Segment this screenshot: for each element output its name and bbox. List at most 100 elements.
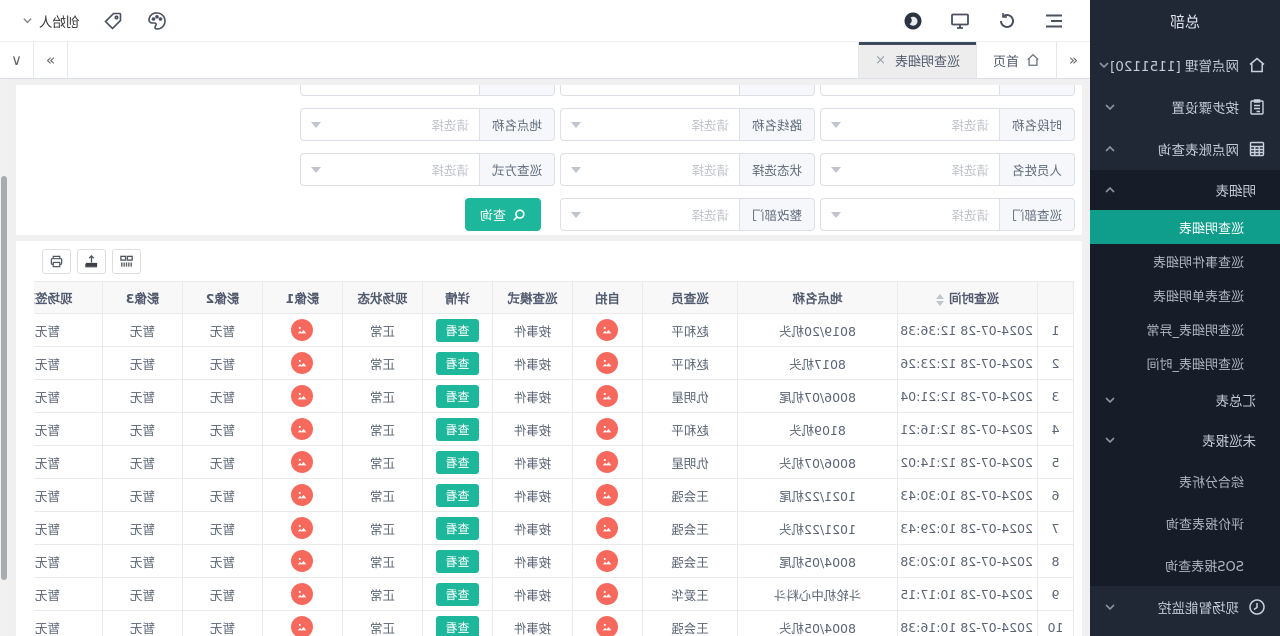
filter-select[interactable]: 请选择 [560, 198, 740, 231]
close-icon[interactable]: × [875, 53, 886, 68]
view-button[interactable]: 查看 [437, 319, 479, 342]
vertical-scrollbar-thumb[interactable] [1, 176, 7, 580]
filter-select[interactable]: 请选择 [560, 108, 740, 141]
sidebar-item-12[interactable]: 评价报表查询 [1090, 502, 1280, 544]
view-button[interactable]: 查看 [437, 385, 479, 408]
view-button[interactable]: 查看 [437, 451, 479, 474]
chevron-down-icon [571, 212, 581, 218]
photo-thumbnail-icon[interactable] [292, 583, 314, 605]
sidebar-item-label: 综合分析表 [1179, 472, 1244, 491]
user-menu[interactable]: 创始人 [22, 11, 80, 31]
sidebar-item-4[interactable]: 巡查明细表 [1090, 210, 1280, 244]
moon-icon[interactable] [903, 11, 923, 31]
search-button[interactable]: 查询 [465, 198, 541, 231]
scroll-tabs-right-button[interactable]: » [34, 42, 68, 78]
sidebar-item-13[interactable]: SOS报表查询 [1090, 544, 1280, 586]
hamburger-icon[interactable] [1044, 11, 1064, 31]
cell-status: 正常 [343, 479, 423, 512]
refresh-icon[interactable] [997, 11, 1017, 31]
photo-thumbnail-icon[interactable] [292, 319, 314, 341]
cell-detail: 查看 [423, 578, 493, 611]
photo-thumbnail-icon[interactable] [597, 517, 619, 539]
sidebar-item-label: 巡查明细表_异常 [1146, 320, 1244, 339]
sidebar-item-7[interactable]: 巡查明细表_异常 [1090, 312, 1280, 346]
photo-thumbnail-icon[interactable] [292, 352, 314, 374]
image-icon [602, 489, 614, 501]
filter-select[interactable]: 请选择 [300, 108, 480, 141]
photo-thumbnail-icon[interactable] [292, 484, 314, 506]
filter-select[interactable]: 请选择 [300, 153, 480, 186]
photo-thumbnail-icon[interactable] [597, 550, 619, 572]
view-button[interactable]: 查看 [437, 484, 479, 507]
sidebar-item-8[interactable]: 巡查明细表_时间 [1090, 346, 1280, 380]
scroll-tabs-left-button[interactable]: « [1056, 42, 1090, 78]
view-button[interactable]: 查看 [437, 583, 479, 606]
cell-detail: 查看 [423, 611, 493, 636]
photo-thumbnail-icon[interactable] [597, 616, 619, 636]
photo-thumbnail-icon[interactable] [292, 451, 314, 473]
column-settings-button[interactable] [112, 249, 141, 274]
view-button[interactable]: 查看 [437, 418, 479, 441]
cell-mode: 按事件 [493, 611, 573, 636]
photo-thumbnail-icon[interactable] [597, 352, 619, 374]
sidebar-item-11[interactable]: 综合分析表 [1090, 460, 1280, 502]
chevron-down-icon [1104, 601, 1116, 613]
sidebar-item-3[interactable]: 明细表 [1090, 170, 1280, 210]
cell-mode: 按事件 [493, 545, 573, 578]
photo-thumbnail-icon[interactable] [292, 418, 314, 440]
sidebar-item-9[interactable]: 汇总表 [1090, 380, 1280, 420]
sidebar-item-10[interactable]: 未巡报表 [1090, 420, 1280, 460]
photo-thumbnail-icon[interactable] [292, 550, 314, 572]
image-icon [602, 555, 614, 567]
tab-inspection-detail[interactable]: 巡查明细表 × [858, 42, 976, 78]
sidebar-item-14[interactable]: 现场智能监控 [1090, 586, 1280, 628]
sidebar: 总部 网点管理 [1151120]按步骤设置网点账表查询明细表巡查明细表巡查事件… [1090, 0, 1280, 636]
photo-thumbnail-icon[interactable] [597, 319, 619, 341]
filter-select[interactable] [300, 85, 480, 96]
sidebar-item-5[interactable]: 巡查事件明细表 [1090, 244, 1280, 278]
tag-icon[interactable] [104, 11, 124, 31]
view-button[interactable]: 查看 [437, 352, 479, 375]
print-button[interactable] [42, 249, 71, 274]
sidebar-item-0[interactable]: 网点管理 [1151120] [1090, 44, 1280, 86]
filter-label: 状态选择 [740, 153, 815, 186]
photo-thumbnail-icon[interactable] [597, 451, 619, 473]
tab-home[interactable]: 首页 [976, 42, 1056, 78]
cell-status: 正常 [343, 578, 423, 611]
data-table-scroll-area[interactable]: 巡查时间地点名称巡查员自拍巡查模式详情现场状态影像1影像2影像3现场签到1202… [34, 281, 1074, 636]
filter-select[interactable]: 请选择 [820, 108, 1000, 141]
cell-image3: 暂无 [103, 314, 183, 347]
photo-thumbnail-icon[interactable] [597, 385, 619, 407]
export-button[interactable] [77, 249, 106, 274]
photo-thumbnail-icon[interactable] [292, 385, 314, 407]
screen-icon[interactable] [950, 11, 970, 31]
sidebar-item-2[interactable]: 网点账表查询 [1090, 128, 1280, 170]
sidebar-item-1[interactable]: 按步骤设置 [1090, 86, 1280, 128]
filter-select[interactable]: 请选择 [820, 198, 1000, 231]
column-header-label: 影像2 [206, 291, 240, 306]
chevron-down-icon [1104, 394, 1116, 406]
photo-thumbnail-icon[interactable] [292, 616, 314, 636]
tab-active-label: 巡查明细表 [895, 51, 960, 70]
filter-select[interactable]: 请选择 [820, 153, 1000, 186]
filter-label [480, 85, 555, 96]
palette-icon[interactable] [148, 11, 168, 31]
image-icon [297, 357, 309, 369]
photo-thumbnail-icon[interactable] [597, 583, 619, 605]
view-button[interactable]: 查看 [437, 517, 479, 540]
vertical-scrollbar-track[interactable] [0, 79, 8, 636]
filter-select[interactable] [560, 85, 740, 96]
image-icon [297, 489, 309, 501]
cell-inspector: 赵和平 [643, 314, 738, 347]
view-button[interactable]: 查看 [437, 550, 479, 573]
photo-thumbnail-icon[interactable] [597, 418, 619, 440]
sidebar-item-6[interactable]: 巡查表单明细表 [1090, 278, 1280, 312]
photo-thumbnail-icon[interactable] [597, 484, 619, 506]
filter-select[interactable]: 请选择 [560, 153, 740, 186]
filter-select[interactable] [820, 85, 1000, 96]
view-button[interactable]: 查看 [437, 616, 479, 636]
photo-thumbnail-icon[interactable] [292, 517, 314, 539]
sort-icon[interactable] [936, 294, 944, 306]
tab-options-button[interactable]: ∨ [0, 42, 34, 78]
cell-row-number: 3 [1038, 380, 1074, 413]
